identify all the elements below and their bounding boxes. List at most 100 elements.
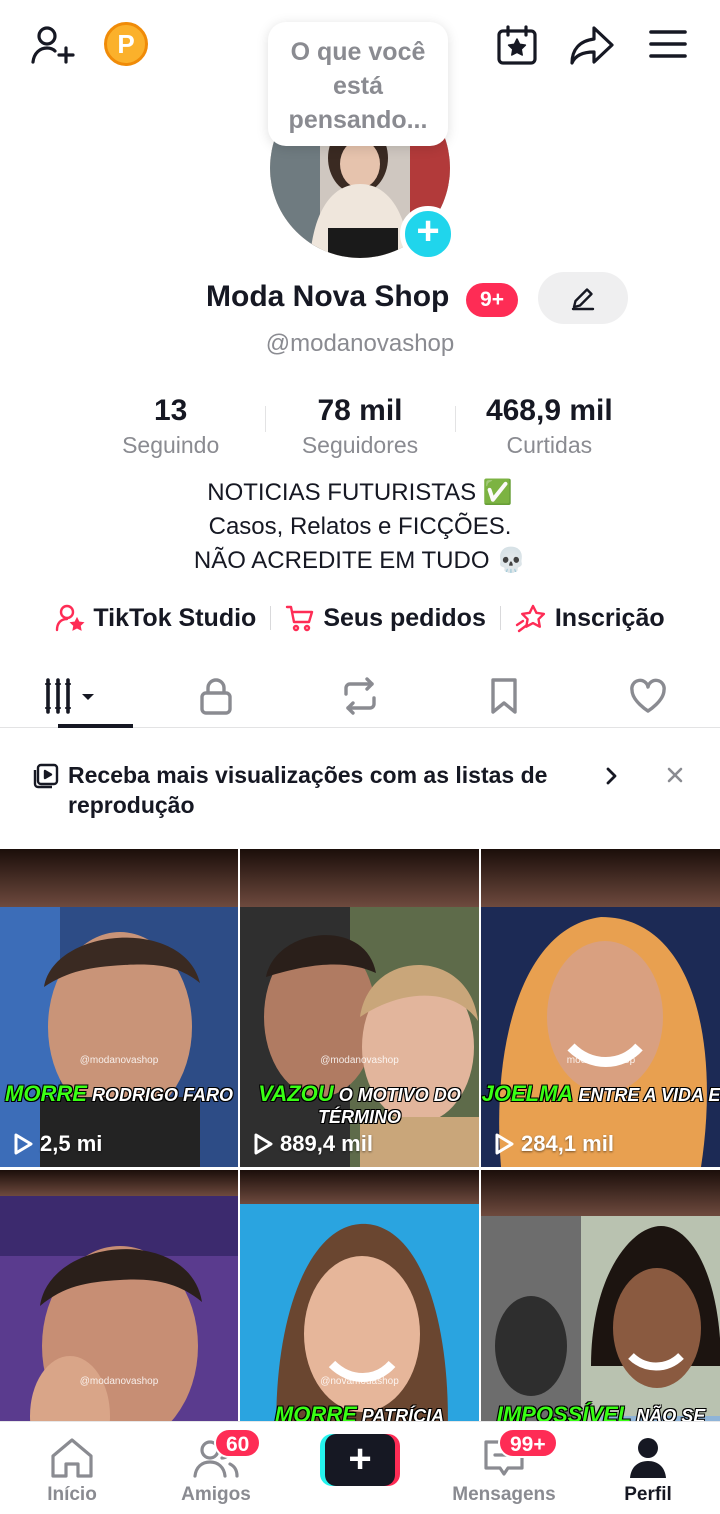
profile-icon [630,1438,666,1478]
tab-saved[interactable] [432,664,576,727]
nav-label: Início [47,1484,97,1505]
thumbnail-image [240,1204,479,1421]
nav-label: Mensagens [452,1484,556,1505]
pencil-icon [571,288,595,311]
shooting-star-icon [515,604,545,633]
creator-star-icon [56,604,85,632]
nav-home[interactable]: Início [0,1422,144,1514]
lock-icon [200,677,232,715]
watermark-handle: @modanovashop [320,1055,399,1066]
nav-friends[interactable]: Amigos 60 [144,1422,288,1514]
video-thumbnail[interactable]: @novamodashop MORRE PATRÍCIA BRAVANEL [240,1170,479,1421]
nav-label: Amigos [181,1484,251,1505]
tab-videos[interactable] [0,664,144,728]
play-icon [495,1133,514,1155]
edit-profile-button[interactable] [538,272,628,324]
thumbnail-caption: VAZOU O MOTIVO DO TÉRMINO [240,1081,479,1128]
quick-link-label: Seus pedidos [323,603,486,632]
stat-value: 468,9 mil [485,394,613,427]
caption-text: ENTRE A VIDA E [578,1085,720,1105]
repost-icon [344,676,376,715]
caption-highlight: IMPOSSÍVEL [496,1402,632,1421]
caption-highlight: MORRE [274,1402,357,1421]
video-thumbnail[interactable]: modanovashop JOELMA ENTRE A VIDA E 284,1… [481,849,720,1167]
bio-line: NÃO ACREDITE EM TUDO 💀 [193,547,527,574]
calendar-star-icon[interactable] [494,22,540,68]
caption-highlight: VAZOU [258,1081,334,1106]
subscription-link[interactable]: Inscrição [501,603,679,633]
video-thumbnail[interactable]: @modanovashop VAZOU O MOTIVO DO TÉRMINO … [240,849,479,1167]
menu-icon[interactable] [646,24,690,64]
thumbnail-header [0,1170,238,1196]
banner-text: Receba mais visualizações com as listas … [68,762,548,818]
tab-liked[interactable] [576,664,720,727]
watermark-handle: @modanovashop [79,1376,159,1387]
video-thumbnail[interactable]: @modanovashop MORRE RODRIGO FARO 2,5 mi [0,849,238,1167]
add-story-icon[interactable]: + [400,206,456,262]
tab-private[interactable] [144,664,288,727]
caption-highlight: JOELMA [481,1081,574,1106]
plus-icon: + [325,1434,395,1486]
quick-link-label: TikTok Studio [93,603,257,632]
orders-link[interactable]: Seus pedidos [271,603,500,633]
video-thumbnail[interactable]: IMPOSSÍVEL NÃO SE [481,1170,720,1421]
caption-text: O MOTIVO DO TÉRMINO [318,1085,461,1127]
stat-divider [265,406,267,432]
play-icon [14,1133,33,1155]
bio-line: Casos, Relatos e FICÇÕES. [208,513,512,540]
nav-inbox[interactable]: Mensagens 99+ [432,1422,576,1514]
stat-label: Seguidores [301,432,419,458]
stat-label: Seguindo [122,432,220,458]
caption-text: RODRIGO FARO [91,1085,233,1105]
video-thumbnail[interactable]: @modanovashop [0,1170,238,1421]
cart-icon [286,605,314,632]
chevron-right-icon[interactable] [602,766,620,786]
close-icon[interactable] [666,766,684,784]
display-name: Moda Nova Shop [206,280,450,313]
stat-likes[interactable]: 468,9 mil Curtidas [454,392,644,462]
thumbnail-image [481,907,720,1167]
thumbnail-header [481,1170,720,1216]
stat-followers[interactable]: 78 mil Seguidores [265,392,454,462]
thumbnail-header [0,849,238,907]
view-count-text: 889,4 mil [280,1131,373,1156]
inbox-badge: 99+ [498,1428,558,1458]
play-icon [254,1133,273,1155]
stat-value: 13 [153,394,188,427]
thumbnail-image [0,907,238,1167]
playlist-banner[interactable]: Receba mais visualizações com as listas … [0,752,720,832]
bio-line: NOTICIAS FUTURISTAS ✅ [207,479,513,506]
playlist-icon [33,763,59,789]
coin-icon: P [104,22,148,66]
nav-label: Perfil [624,1484,672,1505]
content-tabs [0,664,720,728]
quick-link-label: Inscrição [554,603,665,632]
watermark-handle: @modanovashop [79,1055,159,1066]
video-grid: @modanovashop MORRE RODRIGO FARO 2,5 mi … [0,849,720,1421]
stat-following[interactable]: 13 Seguindo [76,392,265,462]
share-icon[interactable] [568,22,616,68]
bio: NOTICIAS FUTURISTAS ✅ Casos, Relatos e F… [0,476,720,578]
stats-row: 13 Seguindo 78 mil Seguidores 468,9 mil … [76,392,644,462]
name-row: Moda Nova Shop 9+ [0,272,720,328]
nav-profile[interactable]: Perfil [576,1422,720,1514]
friends-badge: 60 [214,1428,262,1458]
stat-divider [454,406,456,432]
thumbnail-caption: JOELMA ENTRE A VIDA E [481,1081,720,1107]
tiktok-studio-link[interactable]: TikTok Studio [41,603,270,633]
thought-bubble[interactable]: O que você está pensando... [268,22,448,146]
stat-value: 78 mil [317,394,403,427]
thumbnail-image [240,907,479,1167]
tab-reposts[interactable] [288,664,432,727]
watermark-handle: @novamodashop [320,1376,399,1387]
caption-text: NÃO SE [636,1406,706,1421]
coins-button[interactable]: P [104,22,148,66]
add-friend-icon[interactable] [28,20,78,70]
view-count-text: 2,5 mi [40,1131,103,1156]
notification-badge[interactable]: 9+ [466,283,518,317]
create-button[interactable]: + [320,1434,400,1486]
thumbnail-image [0,1196,238,1421]
thumbnail-image [481,1216,720,1421]
watermark-handle: modanovashop [566,1055,636,1066]
home-icon [51,1438,93,1478]
